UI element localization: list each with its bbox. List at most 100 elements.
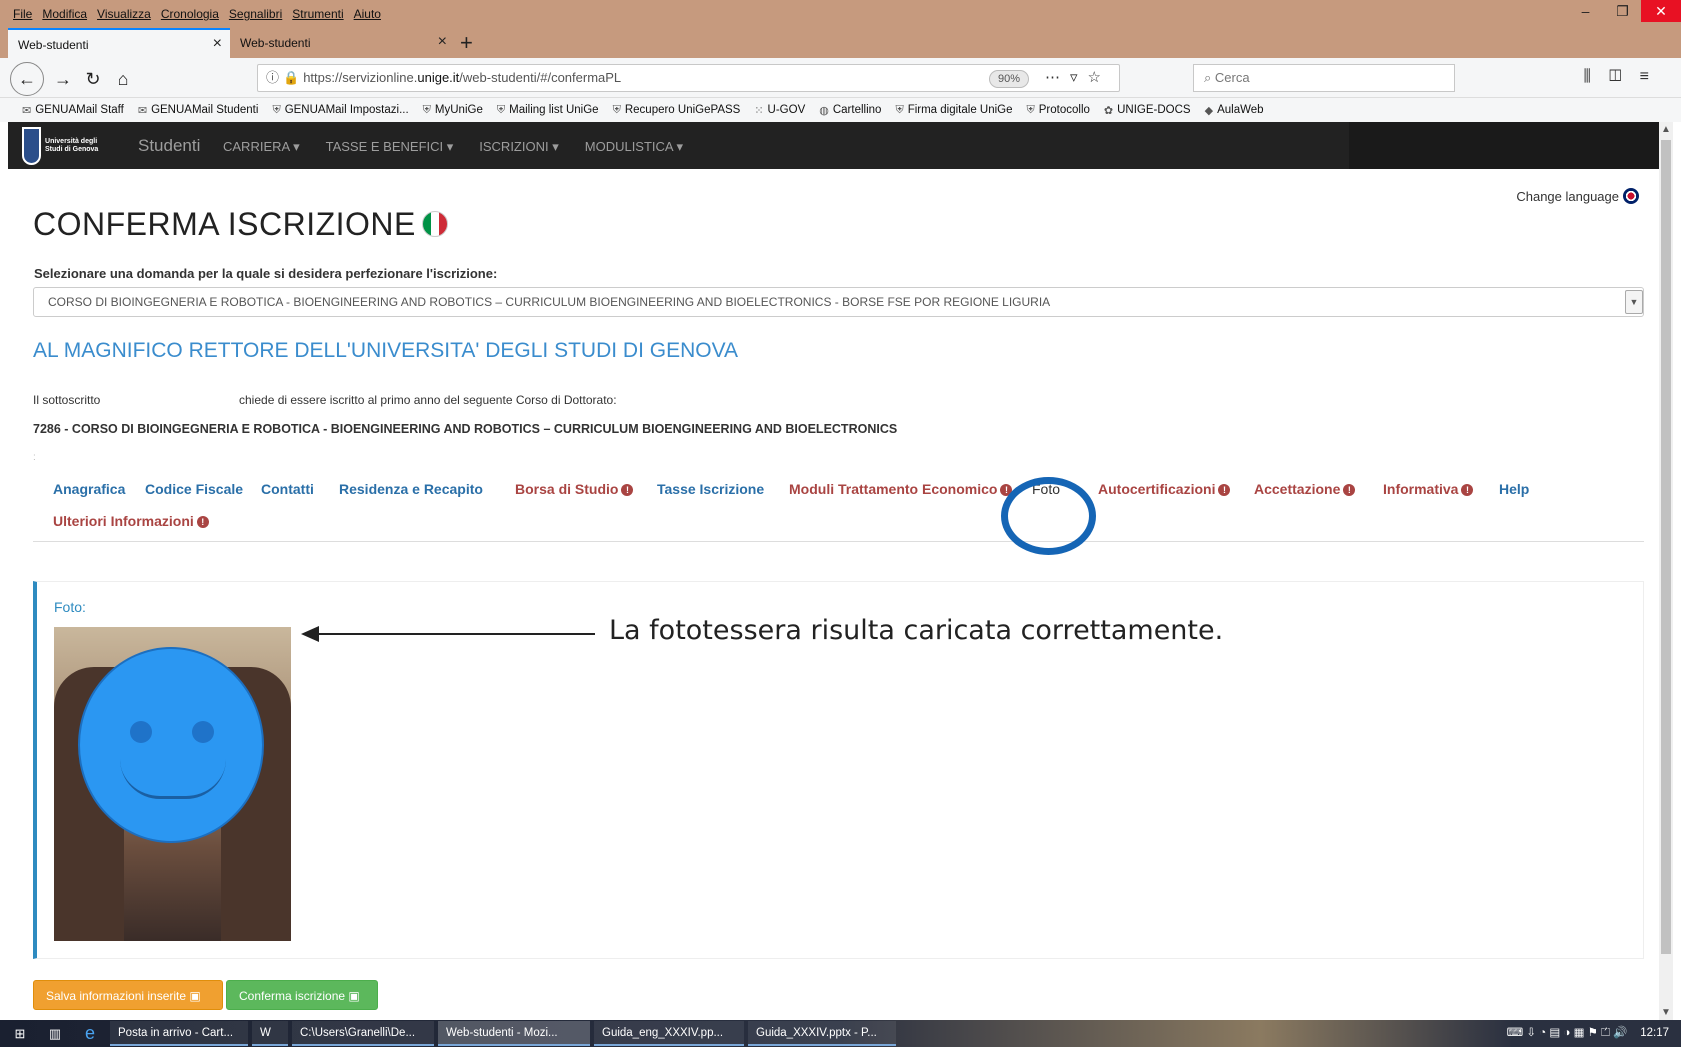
task-view-icon[interactable]: ▥ [40, 1026, 70, 1042]
taskbar-powerpoint-eng[interactable]: Guida_eng_XXXIV.pp... [594, 1021, 744, 1046]
bookmark-item[interactable]: ⛨ Recupero UniGePASS [613, 104, 741, 117]
tab-tasse-iscrizione[interactable]: Tasse Iscrizione [657, 481, 764, 497]
bookmark-item[interactable]: ⛨ MyUniGe [423, 104, 483, 117]
page-scrollbar[interactable]: ▲ ▼ [1659, 122, 1673, 1020]
menu-segnalibri[interactable]: Segnalibri [229, 7, 282, 21]
tab-codice-fiscale[interactable]: Codice Fiscale [145, 481, 243, 497]
back-icon[interactable]: ← [10, 62, 44, 96]
nav-carriera[interactable]: CARRIERA ▾ [223, 139, 300, 155]
annotation-arrow-line [305, 633, 595, 635]
scroll-up-icon[interactable]: ▲ [1659, 124, 1673, 135]
library-icon[interactable]: ⫼ [1583, 68, 1608, 85]
sottoscritto-label: Il sottoscritto [33, 393, 101, 407]
brand-link[interactable]: Studenti [138, 136, 200, 156]
chevron-down-icon[interactable]: ▼ [1625, 290, 1643, 314]
menu-strumenti[interactable]: Strumenti [292, 7, 343, 21]
forward-icon[interactable]: → [48, 65, 78, 93]
restore-icon[interactable]: ❐ [1604, 0, 1641, 22]
globe-icon: ◍ [819, 104, 829, 117]
taskbar-outlook[interactable]: Posta in arrivo - Cart... [110, 1021, 248, 1046]
hamburger-menu-icon[interactable]: ≡ [1640, 68, 1667, 85]
scrollbar-thumb[interactable] [1661, 140, 1671, 954]
window-close-icon[interactable]: ✕ [1641, 0, 1681, 22]
zoom-indicator[interactable]: 90% [988, 70, 1029, 88]
tab-borsa-di-studio[interactable]: Borsa di Studio! [515, 481, 634, 497]
tab-bar: Web-studenti × Web-studenti × + [0, 28, 1681, 58]
menu-cronologia[interactable]: Cronologia [161, 7, 219, 21]
info-icon[interactable]: ⓘ [266, 70, 279, 85]
url-host: unige.it [417, 70, 460, 85]
highlight-circle [1001, 477, 1096, 555]
windows-start-icon[interactable]: ⊞ [0, 1026, 40, 1042]
bookmark-item[interactable]: ⛨ GENUAMail Impostazi... [272, 104, 408, 117]
ugov-icon: ⁙ [754, 104, 764, 117]
nav-tasse-benefici[interactable]: TASSE E BENEFICI ▾ [326, 139, 454, 155]
nav-iscrizioni[interactable]: ISCRIZIONI ▾ [479, 139, 558, 155]
shield-icon: ⛨ [895, 103, 904, 116]
warning-icon: ! [1218, 484, 1231, 496]
clock[interactable]: 12:17 [1640, 1027, 1669, 1039]
bookmark-item[interactable]: ⛨ Protocollo [1027, 104, 1090, 117]
tab-anagrafica[interactable]: Anagrafica [53, 481, 125, 497]
bookmark-label: Mailing list UniGe [509, 104, 599, 116]
tab-residenza-recapito[interactable]: Residenza e Recapito [339, 481, 483, 497]
menu-visualizza[interactable]: Visualizza [97, 7, 151, 21]
scroll-down-icon[interactable]: ▼ [1659, 1007, 1673, 1018]
page-actions-icon[interactable]: ⋯ [1045, 69, 1070, 86]
domanda-select[interactable]: CORSO DI BIOINGEGNERIA E ROBOTICA - BIOE… [33, 287, 1644, 317]
bookmark-item[interactable]: ◍ Cartellino [819, 104, 881, 117]
menu-aiuto[interactable]: Aiuto [354, 7, 381, 21]
logo-text: Università degli Studi di Genova [45, 138, 99, 153]
bookmark-label: GENUAMail Impostazi... [284, 104, 409, 116]
bookmark-item[interactable]: ◆ AulaWeb [1205, 104, 1264, 117]
floppy-icon: ▣ [189, 989, 201, 1003]
search-input[interactable]: ⌕ Cerca [1193, 64, 1455, 92]
chiede-text: chiede di essere iscritto al primo anno … [239, 393, 617, 407]
tab-moduli-trattamento-economico[interactable]: Moduli Trattamento Economico! [789, 481, 1013, 497]
bookmark-label: Recupero UniGePASS [624, 104, 741, 116]
tab-label: Help [1499, 481, 1530, 497]
tab-help[interactable]: Help [1499, 481, 1529, 497]
section-tabs: Anagrafica Codice Fiscale Contatti Resid… [33, 464, 1644, 542]
menu-modifica[interactable]: Modifica [42, 7, 87, 21]
smiley-eye [130, 721, 152, 743]
tab-autocertificazioni[interactable]: Autocertificazioni! [1098, 481, 1231, 497]
floppy-icon: ▣ [348, 989, 360, 1003]
bookmark-label: GENUAMail Studenti [151, 104, 259, 116]
url-bar[interactable]: ⓘ 🔒 https://servizionline.unige.it/web-stu… [257, 64, 1120, 92]
university-logo[interactable]: Università degli Studi di Genova [22, 126, 107, 166]
bookmark-item[interactable]: ⛨ Firma digitale UniGe [895, 104, 1012, 117]
change-language-link[interactable]: Change language [1516, 188, 1639, 204]
close-tab-icon[interactable]: × [213, 35, 222, 53]
browser-tab-1[interactable]: Web-studenti × [8, 28, 230, 58]
tab-contatti[interactable]: Contatti [261, 481, 314, 497]
taskbar-firefox[interactable]: Web-studenti - Mozi... [438, 1021, 590, 1046]
bookmark-item[interactable]: ✿ UNIGE-DOCS [1104, 104, 1191, 117]
menu-file[interactable]: File [13, 7, 32, 21]
tab-accettazione[interactable]: Accettazione! [1254, 481, 1356, 497]
bookmark-item[interactable]: ⛨ Mailing list UniGe [497, 104, 599, 117]
reload-icon[interactable]: ↻ [78, 65, 108, 93]
save-button[interactable]: Salva informazioni inserite ▣ [33, 980, 223, 1010]
bookmark-star-icon[interactable]: ☆ [1088, 69, 1111, 86]
tray-icons[interactable]: ⌨ ⇩ ◔ ▤ ◑ ▦ ⚑ ⏍ 🔊 [1507, 1027, 1628, 1039]
sidebar-icon[interactable]: ◫ [1609, 68, 1640, 85]
tab-ulteriori-informazioni[interactable]: Ulteriori Informazioni! [53, 513, 209, 529]
bookmark-item[interactable]: ✉ GENUAMail Staff [22, 104, 124, 117]
close-tab-icon[interactable]: × [438, 33, 447, 51]
app-navbar: Università degli Studi di Genova Student… [8, 122, 1659, 169]
minimize-icon[interactable]: – [1567, 0, 1604, 22]
new-tab-icon[interactable]: + [460, 30, 473, 56]
taskbar-word-icon[interactable]: W [252, 1021, 288, 1046]
taskbar-explorer[interactable]: C:\Users\Granelli\De... [292, 1021, 434, 1046]
taskbar-powerpoint[interactable]: Guida_XXXIV.pptx - P... [748, 1021, 896, 1046]
browser-tab-2[interactable]: Web-studenti × [230, 28, 455, 58]
home-icon[interactable]: ⌂ [108, 65, 138, 93]
pocket-icon[interactable]: ▿ [1070, 69, 1088, 86]
ie-icon[interactable]: e [70, 1023, 110, 1044]
bookmark-item[interactable]: ⁙ U-GOV [754, 104, 805, 117]
tab-informativa[interactable]: Informativa! [1383, 481, 1474, 497]
nav-modulistica[interactable]: MODULISTICA ▾ [585, 139, 683, 155]
confirm-button[interactable]: Conferma iscrizione ▣ [226, 980, 378, 1010]
bookmark-item[interactable]: ✉ GENUAMail Studenti [138, 104, 259, 117]
